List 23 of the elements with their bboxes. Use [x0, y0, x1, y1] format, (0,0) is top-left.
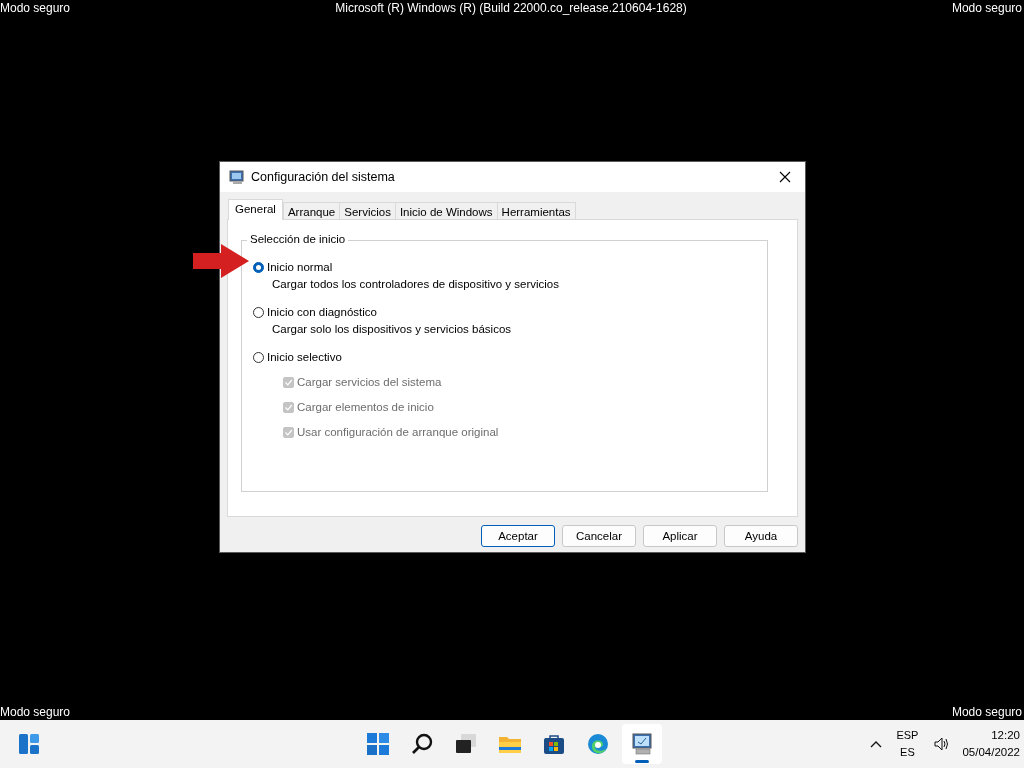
dialog-button[interactable]: Aceptar	[481, 525, 555, 547]
safe-mode-label: Modo seguro	[0, 0, 72, 16]
language-indicator[interactable]: ESP	[896, 727, 919, 744]
group-title: Selección de inicio	[247, 233, 349, 245]
option-label[interactable]: Inicio normal	[267, 261, 333, 273]
option-label[interactable]: Inicio con diagnóstico	[267, 306, 377, 318]
clock-time[interactable]: 12:20	[991, 727, 1020, 744]
dialog-button[interactable]: Cancelar	[562, 525, 636, 547]
clock-date[interactable]: 05/04/2022	[962, 744, 1020, 761]
tab[interactable]: Arranque	[282, 202, 341, 220]
window-title: Configuración del sistema	[251, 170, 396, 184]
tab[interactable]: Herramientas	[496, 202, 576, 220]
safe-mode-label: Modo seguro	[951, 704, 1023, 720]
safe-mode-label: Modo seguro	[951, 0, 1023, 16]
tab[interactable]: General	[228, 199, 283, 220]
option-description: Cargar todos los controladores de dispositivo y servicios	[272, 278, 560, 290]
option-label[interactable]: Inicio selectivo	[267, 351, 342, 363]
safe-mode-label: Modo seguro	[0, 704, 72, 720]
dialog-button[interactable]: Aplicar	[643, 525, 717, 547]
dialog-button[interactable]: Ayuda	[724, 525, 798, 547]
build-info-text: Microsoft (R) Windows (R) (Build 22000.co_release.210604-1628)	[335, 0, 688, 16]
keyboard-layout-indicator[interactable]: ES	[900, 744, 915, 761]
option-description: Cargar solo los dispositivos y servicios básicos	[272, 323, 513, 335]
